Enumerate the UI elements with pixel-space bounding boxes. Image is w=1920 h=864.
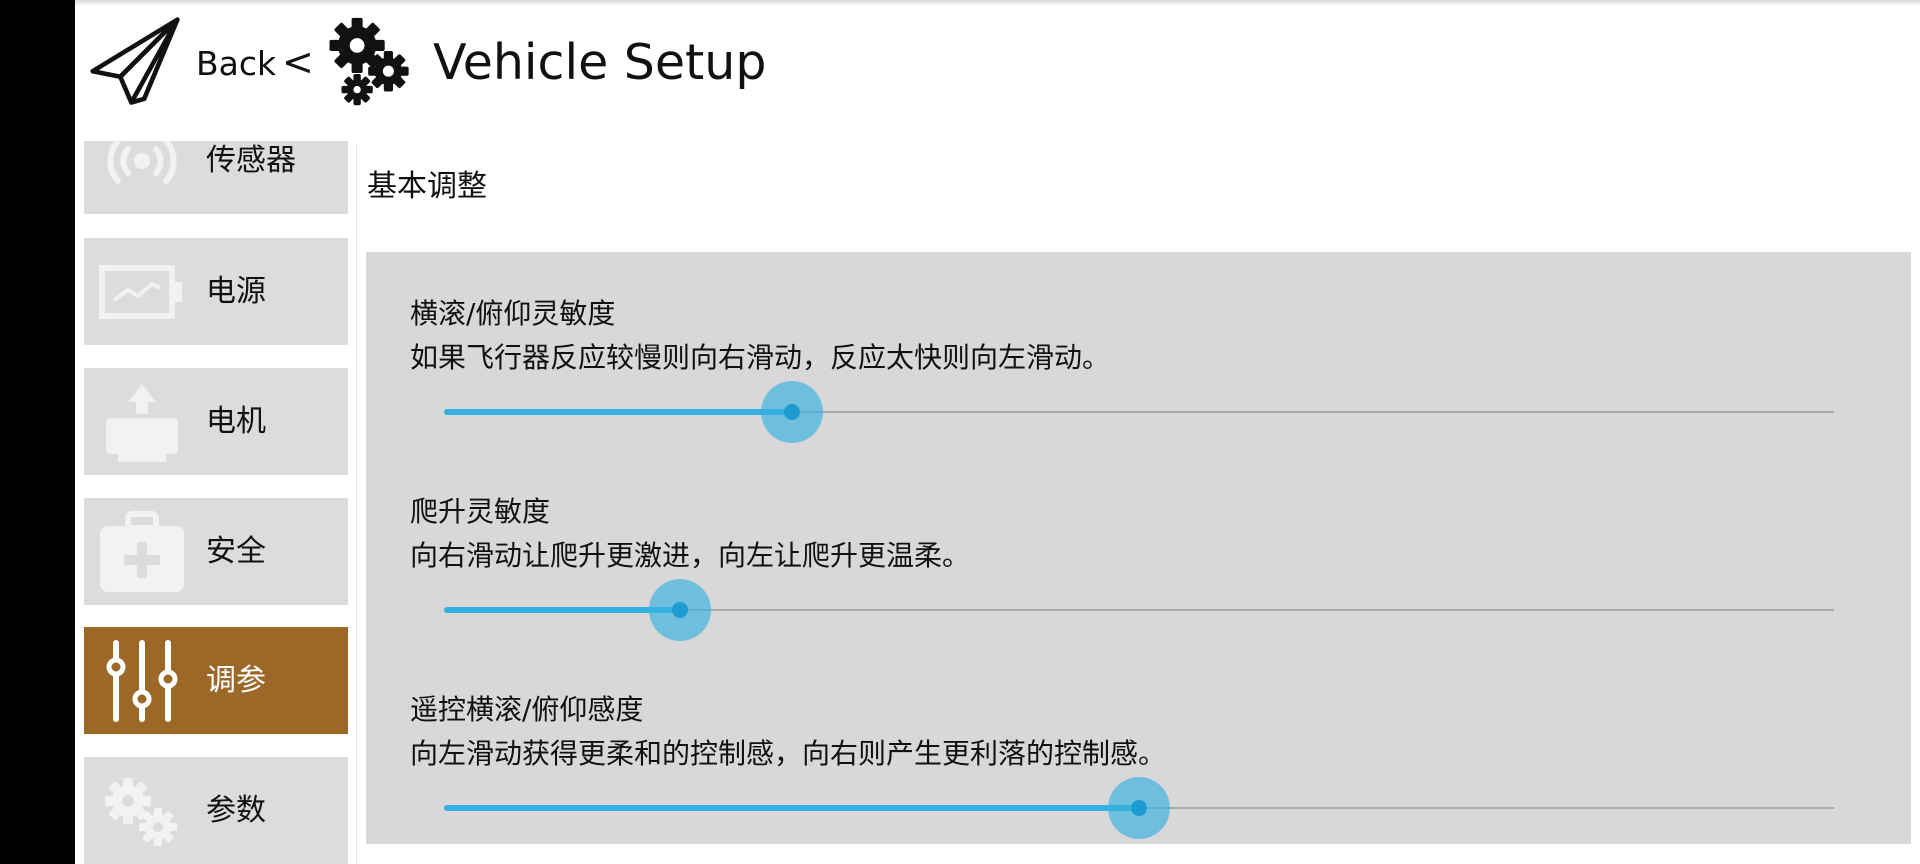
safety-kit-icon: [100, 511, 184, 592]
paper-plane-icon[interactable]: [89, 16, 181, 108]
sidebar-item-tuning[interactable]: 调参: [84, 627, 348, 734]
setting-roll-pitch-sensitivity: 横滚/俯仰灵敏度 如果飞行器反应较慢则向右滑动，反应太快则向左滑动。: [366, 252, 1911, 443]
app-window: Back < Vehicle Setup 传感器 电源 电机 安全 调参 参数 …: [75, 0, 1920, 864]
motor-icon: [106, 384, 178, 462]
sensor-icon: [107, 141, 177, 184]
rc-roll-pitch-feel-slider[interactable]: [444, 777, 1834, 839]
gears-icon: [329, 17, 409, 106]
setting-description: 向右滑动让爬升更激进，向左让爬升更温柔。: [410, 539, 971, 572]
slider-handle[interactable]: [1131, 800, 1147, 816]
slider-handle[interactable]: [783, 404, 800, 420]
slider-fill: [444, 805, 1139, 811]
roll-pitch-sensitivity-slider[interactable]: [444, 381, 1834, 443]
breadcrumb-separator: <: [282, 40, 314, 84]
setting-description: 向左滑动获得更柔和的控制感，向右则产生更利落的控制感。: [410, 737, 1167, 770]
left-black-bar: [0, 0, 75, 864]
sidebar-divider: [356, 145, 357, 864]
sidebar-item-motors[interactable]: 电机: [84, 368, 348, 475]
sidebar-item-power[interactable]: 电源: [84, 238, 348, 345]
setting-title: 爬升灵敏度: [410, 495, 551, 528]
battery-icon: [99, 265, 182, 319]
sidebar-item-label: 参数: [206, 793, 266, 828]
sidebar-item-sensors[interactable]: 传感器: [84, 141, 348, 214]
slider-fill: [444, 409, 792, 415]
setting-climb-sensitivity: 爬升灵敏度 向右滑动让爬升更激进，向左让爬升更温柔。: [366, 450, 1911, 641]
setting-description: 如果飞行器反应较慢则向右滑动，反应太快则向左滑动。: [410, 341, 1111, 374]
page-title: Vehicle Setup: [433, 34, 767, 91]
sidebar-item-label: 电源: [206, 274, 266, 309]
header: Back < Vehicle Setup: [75, 0, 1920, 130]
setting-rc-roll-pitch-feel: 遥控横滚/俯仰感度 向左滑动获得更柔和的控制感，向右则产生更利落的控制感。: [366, 648, 1911, 839]
setting-title: 遥控横滚/俯仰感度: [410, 693, 644, 726]
sidebar-item-label: 传感器: [206, 143, 296, 178]
slider-fill: [444, 607, 681, 613]
sidebar-item-label: 安全: [206, 534, 266, 569]
sidebar-item-label: 调参: [206, 663, 266, 698]
sidebar-item-parameters[interactable]: 参数: [84, 757, 348, 864]
section-title: 基本调整: [367, 169, 487, 204]
sidebar-item-label: 电机: [206, 404, 266, 439]
sidebar-item-safety[interactable]: 安全: [84, 498, 348, 605]
sidebar: 传感器 电源 电机 安全 调参 参数: [75, 141, 351, 864]
climb-sensitivity-slider[interactable]: [444, 579, 1834, 641]
back-button[interactable]: Back: [196, 44, 276, 84]
sliders-icon: [106, 640, 178, 722]
setting-title: 横滚/俯仰灵敏度: [410, 297, 616, 330]
tuning-panel: 横滚/俯仰灵敏度 如果飞行器反应较慢则向右滑动，反应太快则向左滑动。 爬升灵敏度…: [366, 252, 1911, 844]
gears-icon: [105, 778, 177, 846]
